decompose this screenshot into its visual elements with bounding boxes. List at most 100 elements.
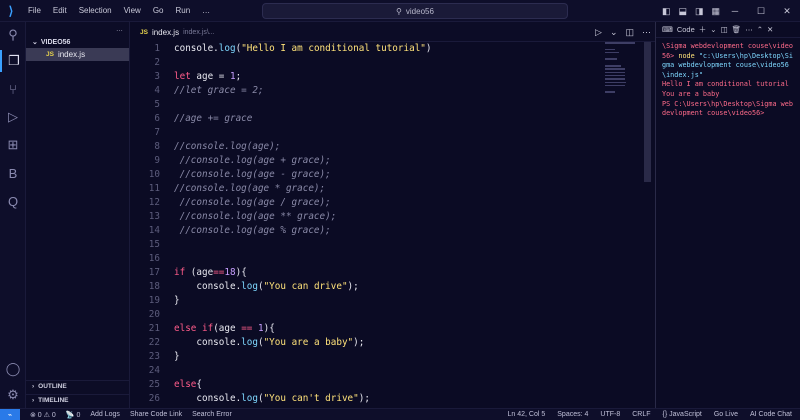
bookmark-b-icon[interactable]: B bbox=[0, 162, 26, 184]
indentation[interactable]: Spaces: 4 bbox=[557, 411, 588, 418]
minimap[interactable] bbox=[605, 42, 641, 102]
code-line[interactable]: 19} bbox=[130, 294, 640, 308]
menu-selection[interactable]: Selection bbox=[73, 0, 118, 22]
menu-view[interactable]: View bbox=[118, 0, 147, 22]
line-text: //let grace = 2; bbox=[174, 85, 264, 96]
more-actions-icon[interactable]: ⋯ bbox=[642, 27, 651, 38]
line-text: //console.log(age + grace); bbox=[174, 155, 331, 166]
file-index-js[interactable]: JS index.js bbox=[26, 48, 129, 61]
tab-index-js[interactable]: JS index.js index.js\... bbox=[130, 22, 250, 42]
search-activity-icon[interactable]: ⚲ bbox=[0, 24, 26, 46]
search-icon: ⚲ bbox=[396, 6, 402, 16]
code-line[interactable]: 18 console.log("You can drive"); bbox=[130, 280, 640, 294]
code-line[interactable]: 8 //console.log(age); bbox=[130, 140, 640, 154]
explorer-more-icon[interactable]: ... bbox=[116, 26, 123, 33]
toggle-panel-icon[interactable]: ⬓ bbox=[679, 6, 688, 17]
line-ending[interactable]: CRLF bbox=[632, 411, 650, 418]
tab-description: index.js\... bbox=[183, 28, 215, 36]
split-editor-icon[interactable]: ◫ bbox=[625, 27, 634, 38]
menu-run[interactable]: Run bbox=[169, 0, 196, 22]
share-code-link-button[interactable]: Share Code Link bbox=[130, 411, 182, 418]
source-control-icon[interactable]: ⑂ bbox=[0, 78, 26, 100]
add-terminal-icon[interactable]: ＋ bbox=[699, 24, 707, 35]
code-line[interactable]: 15 bbox=[130, 238, 640, 252]
code-line[interactable]: 12 //console.log(age / grace); bbox=[130, 196, 640, 210]
terminal-panel: ⌨ Code ＋ ⌄ ◫ 🗑 ⋯ ⌃ ✕ \Sigma webdevlopmen… bbox=[655, 22, 800, 408]
line-number: 10 bbox=[148, 169, 160, 180]
line-number: 26 bbox=[148, 393, 160, 404]
customize-layout-icon[interactable]: ▦ bbox=[712, 6, 721, 17]
terminal-output[interactable]: \Sigma webdevlopment couse\video56> node… bbox=[656, 38, 800, 123]
chevron-up-icon[interactable]: ⌃ bbox=[757, 25, 763, 34]
code-line[interactable]: 10 //console.log(age - grace); bbox=[130, 168, 640, 182]
language-mode[interactable]: {} JavaScript bbox=[663, 411, 702, 418]
line-number: 6 bbox=[154, 113, 160, 124]
code-line[interactable]: 24 bbox=[130, 364, 640, 378]
line-text: if (age==18){ bbox=[174, 267, 247, 278]
menu-more[interactable]: … bbox=[196, 0, 216, 22]
encoding[interactable]: UTF-8 bbox=[600, 411, 620, 418]
editor-scrollbar[interactable] bbox=[644, 42, 651, 182]
cursor-position[interactable]: Ln 42, Col 5 bbox=[508, 411, 546, 418]
run-file-icon[interactable]: ▷ bbox=[595, 27, 602, 38]
timeline-section[interactable]: › TIMELINE bbox=[26, 394, 130, 406]
code-line[interactable]: 5 bbox=[130, 98, 640, 112]
line-number: 15 bbox=[148, 239, 160, 250]
toggle-secondary-sidebar-icon[interactable]: ◨ bbox=[695, 6, 704, 17]
folder-video56[interactable]: ⌄ VIDEO56 bbox=[26, 36, 129, 48]
toggle-sidebar-icon[interactable]: ◧ bbox=[662, 6, 671, 17]
code-line[interactable]: 16 bbox=[130, 252, 640, 266]
line-number: 9 bbox=[154, 155, 160, 166]
line-text: //console.log(age - grace); bbox=[174, 169, 331, 180]
layout-controls: ◧ ⬓ ◨ ▦ bbox=[662, 0, 720, 22]
menu-go[interactable]: Go bbox=[147, 0, 170, 22]
command-center-search[interactable]: ⚲ video56 bbox=[262, 3, 568, 19]
trash-icon[interactable]: 🗑 bbox=[732, 25, 742, 34]
more-actions-icon[interactable]: ⋯ bbox=[745, 25, 753, 34]
close-icon[interactable]: ✕ bbox=[774, 6, 800, 17]
js-file-icon: JS bbox=[140, 28, 148, 36]
code-line[interactable]: 6 //age += grace bbox=[130, 112, 640, 126]
code-line[interactable]: 9 //console.log(age + grace); bbox=[130, 154, 640, 168]
split-terminal-icon[interactable]: ◫ bbox=[721, 25, 728, 34]
minimize-icon[interactable]: ─ bbox=[722, 6, 748, 16]
code-editor[interactable]: 1 console.log("Hello I am conditional tut… bbox=[130, 42, 655, 408]
code-line[interactable]: 14 //console.log(age % grace); bbox=[130, 224, 640, 238]
account-icon[interactable]: ◯ bbox=[0, 358, 26, 380]
code-line[interactable]: 11 //console.log(age * grace); bbox=[130, 182, 640, 196]
menu-file[interactable]: File bbox=[22, 0, 47, 22]
terminal-title[interactable]: Code bbox=[677, 25, 695, 34]
code-line[interactable]: 2 bbox=[130, 56, 640, 70]
code-line[interactable]: 1 console.log("Hello I am conditional tut… bbox=[130, 42, 640, 56]
add-logs-button[interactable]: Add Logs bbox=[90, 411, 120, 418]
settings-gear-icon[interactable]: ⚙ bbox=[0, 384, 26, 406]
code-line[interactable]: 13 //console.log(age ** grace); bbox=[130, 210, 640, 224]
code-line[interactable]: 17 if (age==18){ bbox=[130, 266, 640, 280]
outline-section[interactable]: › OUTLINE bbox=[26, 380, 130, 392]
close-panel-icon[interactable]: ✕ bbox=[767, 25, 773, 34]
explorer-icon[interactable]: ❐ bbox=[0, 50, 26, 72]
code-line[interactable]: 4 //let grace = 2; bbox=[130, 84, 640, 98]
extensions-icon[interactable]: ⊞ bbox=[0, 134, 26, 156]
chevron-down-icon[interactable]: ⌄ bbox=[610, 27, 618, 38]
problems-count[interactable]: ⊗ 0 ⚠ 0 bbox=[30, 411, 56, 419]
menu-edit[interactable]: Edit bbox=[47, 0, 73, 22]
code-line[interactable]: 7 bbox=[130, 126, 640, 140]
code-line[interactable]: 25 else{ bbox=[130, 378, 640, 392]
ai-code-chat-button[interactable]: AI Code Chat bbox=[750, 411, 792, 418]
code-line[interactable]: 3 let age = 1; bbox=[130, 70, 640, 84]
go-live-button[interactable]: Go Live bbox=[714, 411, 738, 418]
run-debug-icon[interactable]: ▷ bbox=[0, 106, 26, 128]
ports-count[interactable]: 📡 0 bbox=[66, 411, 81, 419]
code-line[interactable]: 23} bbox=[130, 350, 640, 364]
extension-q-icon[interactable]: Q bbox=[0, 190, 26, 212]
terminal-output-line: You are a baby bbox=[662, 89, 720, 98]
code-line[interactable]: 21 else if(age == 1){ bbox=[130, 322, 640, 336]
code-line[interactable]: 20 bbox=[130, 308, 640, 322]
search-error-button[interactable]: Search Error bbox=[192, 411, 232, 418]
chevron-down-icon[interactable]: ⌄ bbox=[710, 25, 716, 34]
maximize-icon[interactable]: ☐ bbox=[748, 6, 774, 17]
code-line[interactable]: 26 console.log("You can't drive"); bbox=[130, 392, 640, 406]
remote-indicator-icon[interactable]: ⌁ bbox=[0, 408, 20, 420]
code-line[interactable]: 22 console.log("You are a baby"); bbox=[130, 336, 640, 350]
